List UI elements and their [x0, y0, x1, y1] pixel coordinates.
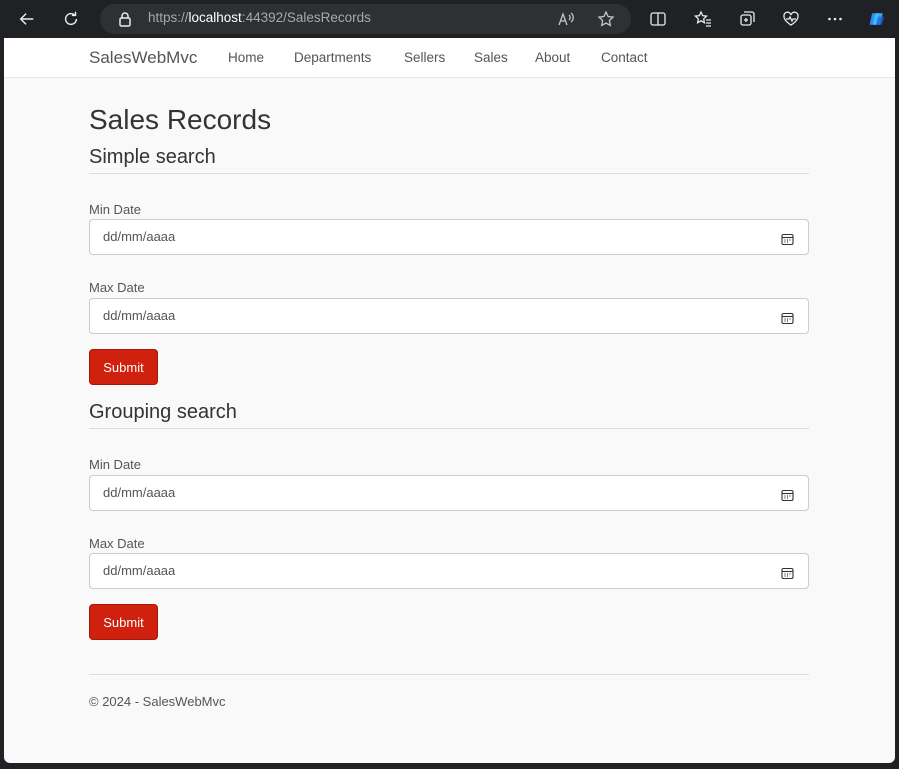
date-placeholder: dd/mm/aaaa [103, 485, 176, 500]
calendar-icon[interactable] [781, 565, 794, 580]
simple-search-heading: Simple search [89, 146, 216, 168]
grouping-search-heading: Grouping search [89, 401, 237, 423]
simple-max-date-input[interactable]: dd/mm/aaaa [89, 298, 809, 334]
calendar-icon[interactable] [781, 231, 794, 246]
nav-link-contact[interactable]: Contact [601, 50, 648, 65]
brand-link[interactable]: SalesWebMvc [89, 48, 197, 68]
nav-link-home[interactable]: Home [228, 50, 264, 65]
grouping-min-date-label: Min Date [89, 457, 142, 472]
date-placeholder: dd/mm/aaaa [103, 563, 176, 578]
collections-icon[interactable] [732, 4, 762, 34]
favorite-star-icon[interactable] [597, 10, 615, 28]
grouping-submit-button[interactable]: Submit [89, 604, 158, 640]
simple-min-date-label: Min Date [89, 202, 142, 217]
nav-link-departments[interactable]: Departments [294, 50, 371, 65]
split-screen-icon[interactable] [643, 4, 673, 34]
page-title: Sales Records [89, 104, 272, 135]
calendar-icon[interactable] [781, 487, 794, 502]
grouping-max-date-label: Max Date [89, 536, 145, 551]
calendar-icon[interactable] [781, 310, 794, 325]
simple-submit-button[interactable]: Submit [89, 349, 158, 385]
date-placeholder: dd/mm/aaaa [103, 229, 176, 244]
grouping-max-date-input[interactable]: dd/mm/aaaa [89, 553, 809, 589]
nav-link-sales[interactable]: Sales [474, 50, 508, 65]
favorites-icon[interactable] [688, 4, 718, 34]
url-text: https://localhost:44392/SalesRecords [148, 10, 371, 25]
browser-toolbar: https://localhost:44392/SalesRecords [0, 0, 899, 38]
more-options-icon[interactable] [820, 4, 850, 34]
back-arrow-icon[interactable] [12, 4, 42, 34]
nav-link-sellers[interactable]: Sellers [404, 50, 445, 65]
refresh-icon[interactable] [56, 4, 86, 34]
divider [89, 173, 809, 174]
browser-essentials-icon[interactable] [776, 4, 806, 34]
simple-min-date-input[interactable]: dd/mm/aaaa [89, 219, 809, 255]
nav-link-about[interactable]: About [535, 50, 570, 65]
address-bar[interactable]: https://localhost:44392/SalesRecords [100, 4, 631, 34]
lock-icon [116, 10, 134, 28]
footer-copyright: © 2024 - SalesWebMvc [89, 694, 226, 709]
copilot-icon[interactable] [862, 4, 892, 34]
divider [89, 428, 809, 429]
page-viewport: SalesWebMvc Home Departments Sellers Sal… [4, 38, 895, 763]
read-aloud-icon[interactable] [557, 10, 575, 28]
navbar: SalesWebMvc Home Departments Sellers Sal… [4, 38, 895, 78]
footer-divider [89, 674, 809, 675]
grouping-min-date-input[interactable]: dd/mm/aaaa [89, 475, 809, 511]
simple-max-date-label: Max Date [89, 280, 145, 295]
date-placeholder: dd/mm/aaaa [103, 308, 176, 323]
